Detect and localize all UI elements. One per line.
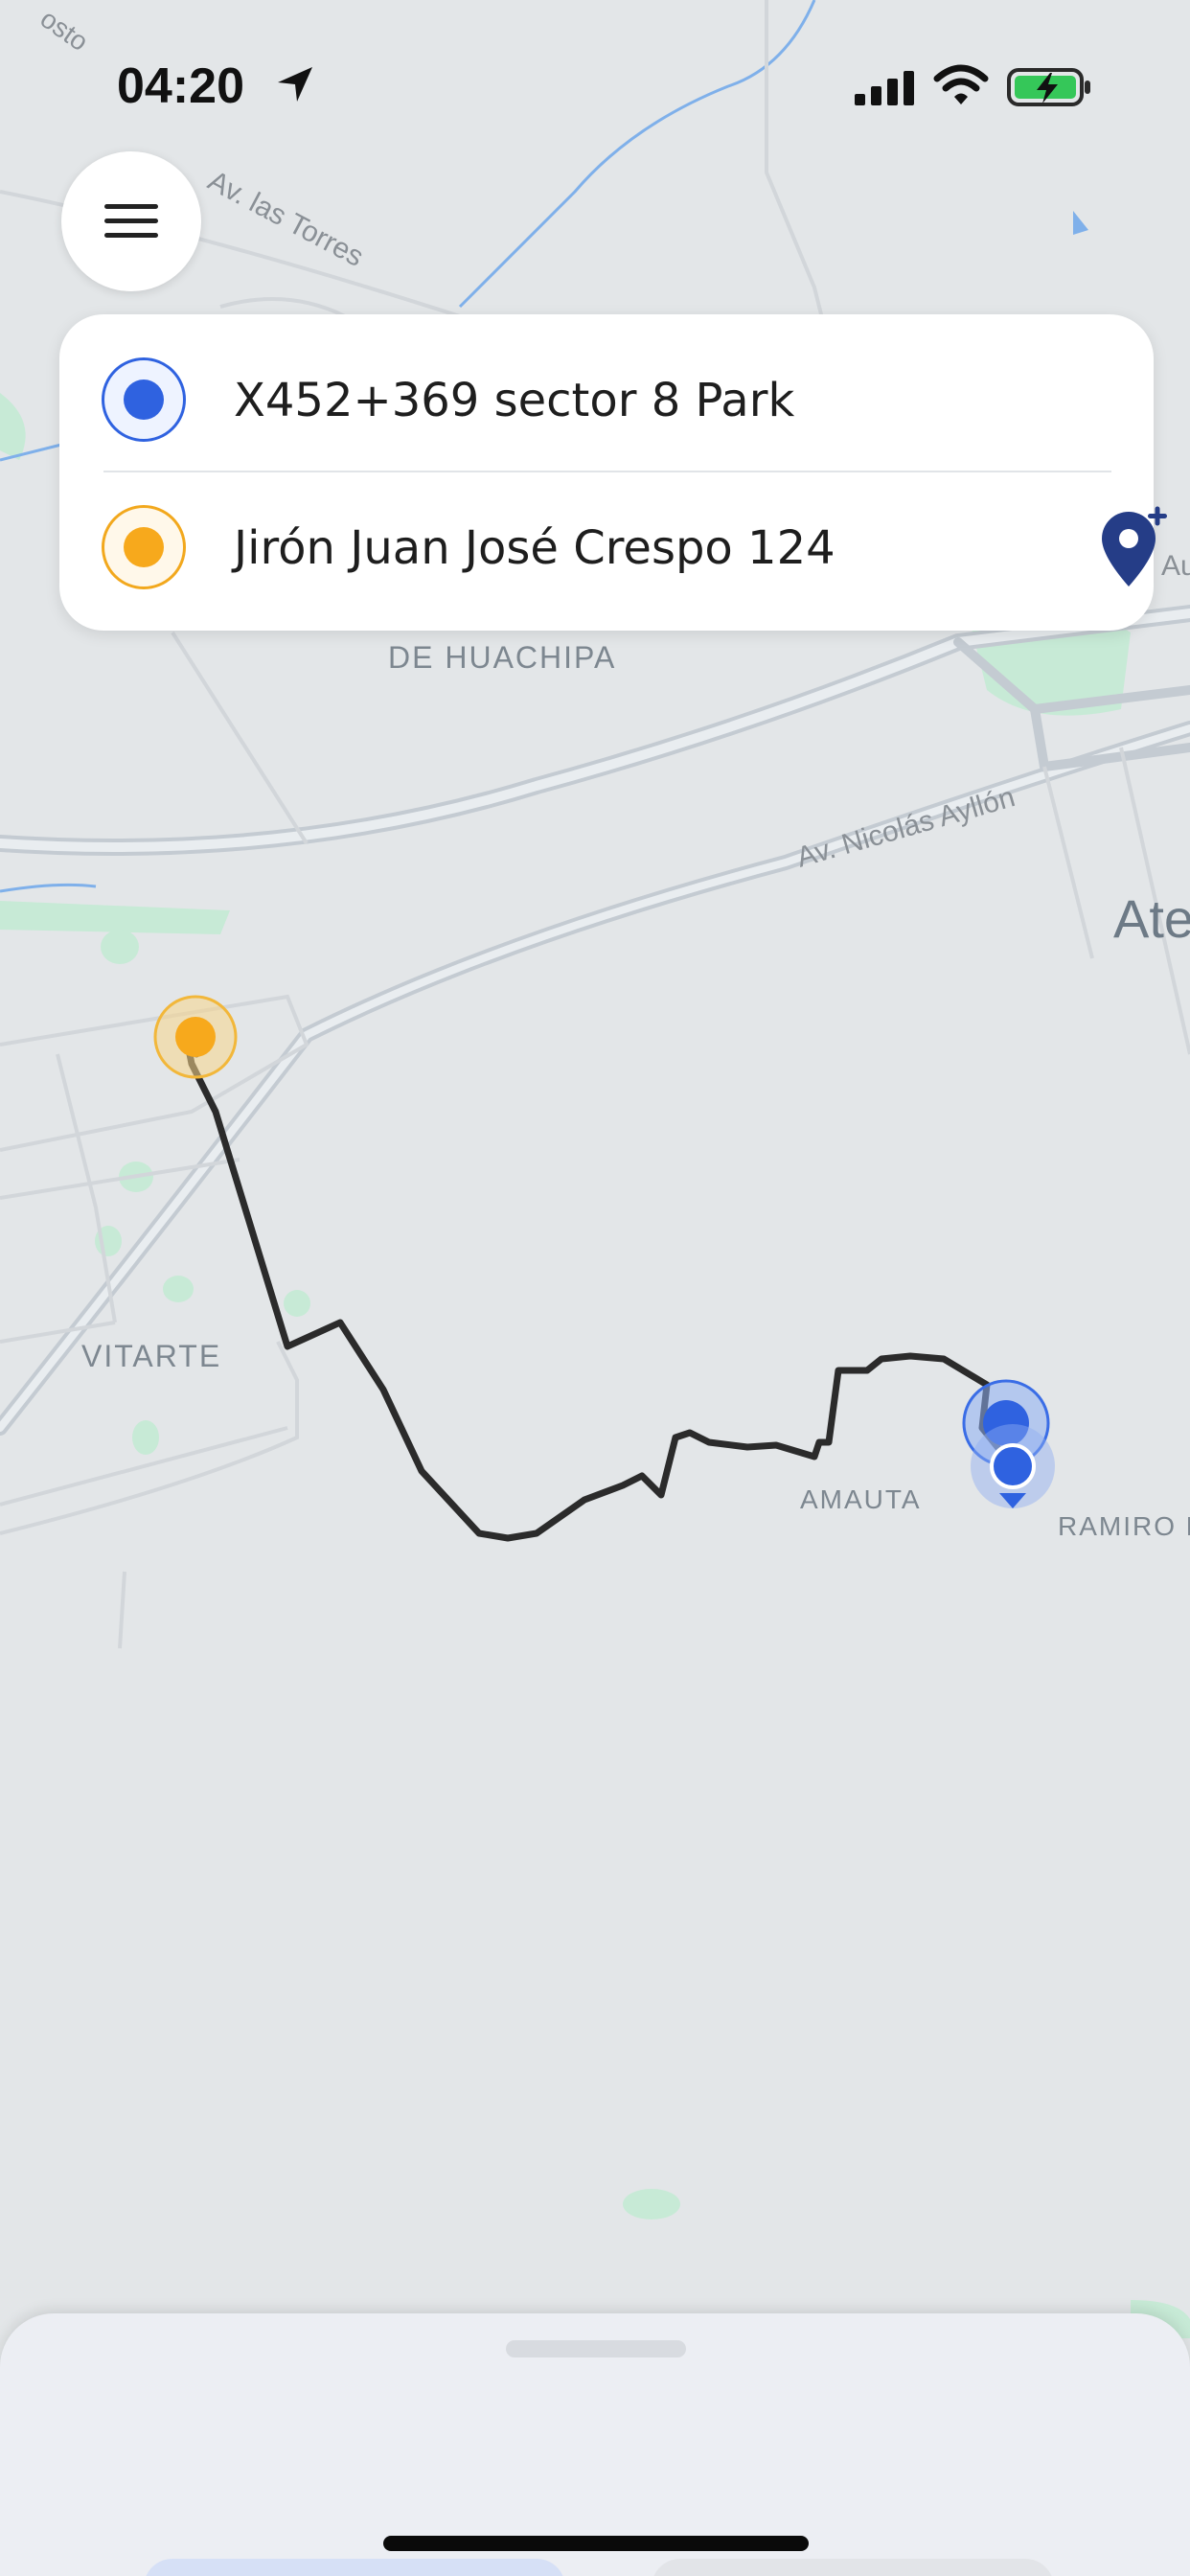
origin-dot-icon bbox=[102, 357, 186, 442]
cellular-signal-icon bbox=[855, 71, 914, 105]
hamburger-menu-icon bbox=[104, 204, 158, 238]
destination-marker[interactable] bbox=[153, 995, 238, 1079]
bottom-sheet[interactable] bbox=[0, 2313, 1190, 2576]
district-label-ramiro: RAMIRO P bbox=[1058, 1511, 1190, 1541]
origin-field[interactable]: X452+369 sector 8 Park bbox=[59, 324, 1154, 472]
district-label-amauta: AMAUTA bbox=[800, 1484, 922, 1514]
destination-field[interactable]: Jirón Juan José Crespo 124 bbox=[59, 472, 1167, 619]
drag-handle[interactable] bbox=[506, 2340, 686, 2358]
district-label-ate: Ate bbox=[1113, 888, 1190, 949]
destination-dot-icon bbox=[102, 505, 186, 589]
status-time: 04:20 bbox=[117, 58, 244, 114]
battery-charging-icon bbox=[1007, 68, 1090, 106]
location-arrow-icon bbox=[278, 67, 312, 102]
sheet-option-left[interactable] bbox=[144, 2559, 565, 2576]
district-label-vitarte: VITARTE bbox=[81, 1339, 221, 1373]
add-location-pin-icon[interactable] bbox=[1096, 506, 1173, 588]
destination-address: Jirón Juan José Crespo 124 bbox=[234, 521, 835, 575]
home-indicator[interactable] bbox=[383, 2536, 809, 2551]
wifi-icon bbox=[933, 64, 989, 104]
route-card: X452+369 sector 8 Park Jirón Juan José C… bbox=[59, 314, 1167, 631]
origin-address: X452+369 sector 8 Park bbox=[234, 374, 795, 427]
sheet-option-right[interactable] bbox=[652, 2559, 1054, 2576]
current-location-marker bbox=[971, 1424, 1055, 1508]
status-bar: 04:20 bbox=[0, 0, 1190, 172]
district-label-huachipa: DE HUACHIPA bbox=[388, 640, 616, 675]
menu-button[interactable] bbox=[61, 151, 201, 291]
